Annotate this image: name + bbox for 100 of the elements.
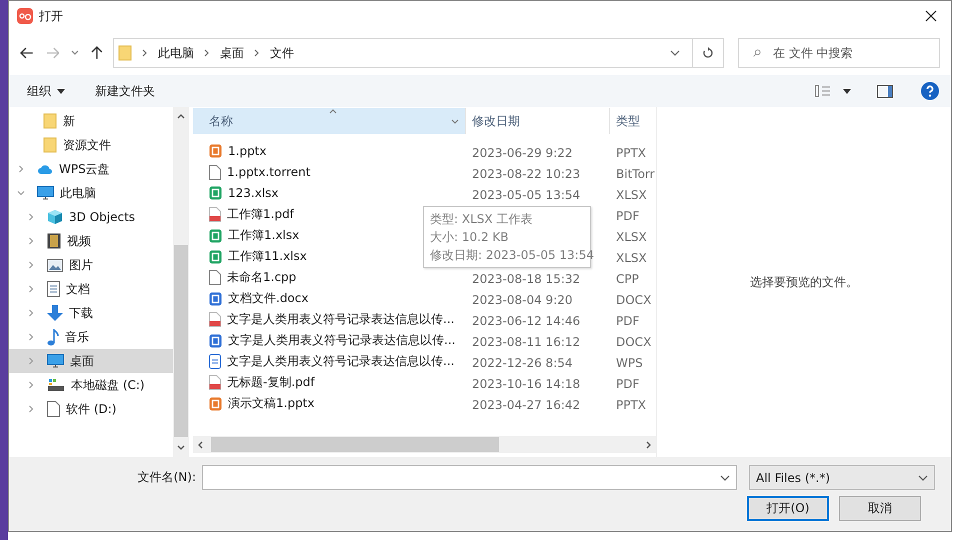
chevron-right-icon[interactable] [27,405,35,413]
nav-item[interactable]: WPS云盘 [9,157,173,181]
scroll-left-icon[interactable] [197,440,203,448]
view-options-icon[interactable] [815,85,831,97]
type-cell-text: PPTX [615,146,648,160]
chevron-right-icon[interactable] [27,309,35,317]
preview-pane-icon[interactable] [877,84,893,98]
nav-item[interactable]: 3D Objects [9,205,173,229]
horizontal-scrollbar[interactable] [193,436,656,453]
nav-item[interactable]: 视频 [9,229,173,253]
pptx-file-icon [209,396,222,411]
date-cell: 2023-10-16 14:18 [472,376,580,390]
folder-icon [43,113,57,129]
type-cell-text: XLSX [615,230,648,244]
nav-item[interactable]: 音乐 [9,325,173,349]
forward-arrow-icon[interactable] [46,47,60,59]
file-name-cell[interactable]: 工作簿1.xlsx [209,227,300,244]
nav-item[interactable]: 本地磁盘 (C:) [9,373,173,397]
breadcrumb[interactable]: 桌面 [220,44,244,62]
nav-item[interactable]: 新 [9,109,173,133]
file-name-cell[interactable]: 文字是人类用表义符号记录表达信息以传... [209,353,454,370]
help-icon[interactable] [921,82,939,100]
search-box[interactable]: 在 文件 中搜索 [738,38,940,68]
type-cell-text: XLSX [615,250,648,264]
file-name-cell[interactable]: 文字是人类用表义符号记录表达信息以传... [209,332,456,350]
chevron-right-icon[interactable] [17,165,25,173]
chevron-right-icon[interactable] [27,237,35,245]
organize-menu-button[interactable]: 组织 [25,78,67,104]
chevron-down-icon[interactable] [71,50,80,56]
up-arrow-icon[interactable] [91,46,104,60]
nav-item[interactable]: 资源文件 [9,133,173,157]
search-field[interactable]: 在 文件 中搜索 [770,45,925,61]
chevron-right-icon[interactable] [27,333,35,341]
nav-item[interactable]: 下载 [9,301,173,325]
blank-file-icon [209,164,221,180]
file-name-cell[interactable]: 未命名1.cpp [209,269,296,286]
scroll-up-icon[interactable] [177,113,185,119]
file-name-cell[interactable]: 无标题-复制.pdf [209,374,315,391]
down-arrow-icon [47,305,63,321]
file-name-cell[interactable]: 1.pptx [209,144,266,158]
nav-item[interactable]: 图片 [9,253,173,277]
breadcrumb[interactable]: 此电脑 [158,44,194,62]
blank-file-icon [209,270,221,285]
chevron-right-icon[interactable] [27,213,35,221]
breadcrumb[interactable]: 文件 [270,44,294,62]
chevron-right-icon[interactable] [27,285,35,293]
nav-item[interactable]: 文档 [9,277,173,301]
refresh-button[interactable] [692,38,724,68]
file-name-cell[interactable]: 文字是人类用表义符号记录表达信息以传... [209,311,454,328]
window-title: 打开 [39,8,63,24]
vertical-scrollbar[interactable] [173,107,189,457]
close-icon[interactable] [925,10,937,22]
chevron-right-icon[interactable] [27,261,35,269]
type-cell-text: WPS [615,356,644,370]
file-name-field[interactable] [202,465,737,490]
file-name-cell[interactable]: 工作簿1.pdf [209,206,294,223]
xlsx-file-icon [209,250,222,264]
chevron-right-icon[interactable] [27,381,35,389]
file-name-cell[interactable]: 文档文件.docx [209,290,308,308]
new-folder-button[interactable]: 新建文件夹 [93,78,157,104]
column-header[interactable]: 名称 [193,108,466,134]
column-header[interactable]: 类型 [610,108,656,134]
chevron-right-icon [142,49,148,57]
file-name-cell[interactable]: 工作簿11.xlsx [209,248,307,266]
type-cell-text: PDF [615,314,640,328]
nav-item[interactable]: 此电脑 [9,181,173,205]
xlsx-file-icon [209,228,222,243]
file-name-cell[interactable]: 演示文稿1.pptx [209,395,314,412]
blank-file-icon [47,401,60,417]
xlsx-file-icon [209,186,222,200]
pdf-file-icon [209,207,221,222]
scroll-down-icon[interactable] [177,445,185,451]
scrollbar-thumb[interactable] [211,437,499,452]
open-button[interactable]: 打开(O) [747,496,829,521]
address-bar[interactable]: 此电脑 桌面 文件 [113,38,693,68]
back-arrow-icon[interactable] [20,47,34,59]
scrollbar-thumb[interactable] [174,245,188,437]
chevron-down-icon[interactable] [720,474,730,480]
chevron-down-icon[interactable] [670,50,680,56]
file-name-cell[interactable]: 123.xlsx [209,186,279,200]
column-header[interactable]: 修改日期 [466,108,610,134]
date-cell: 2023-04-27 16:42 [472,398,580,412]
chevron-down-icon [918,474,928,480]
date-cell: 2023-08-11 16:12 [472,334,580,348]
docx-file-icon [209,292,222,306]
nav-item[interactable]: 桌面 [9,349,173,373]
file-name-cell[interactable]: 1.pptx.torrent [209,164,310,180]
music-note-icon [47,328,59,346]
chevron-right-icon[interactable] [27,357,35,365]
file-type-dropdown[interactable]: All Files (*.*) [749,465,935,490]
monitor-icon [37,186,54,200]
date-cell: 2023-08-04 9:20 [472,292,572,306]
date-cell: 2022-12-26 8:54 [472,356,572,370]
scroll-right-icon[interactable] [646,440,652,448]
caret-down-icon [57,88,65,94]
docx-file-icon [209,334,222,348]
nav-item[interactable]: 软件 (D:) [9,397,173,421]
chevron-down-icon[interactable] [451,119,459,124]
caret-down-icon[interactable] [843,88,851,94]
cancel-button[interactable]: 取消 [839,496,921,521]
